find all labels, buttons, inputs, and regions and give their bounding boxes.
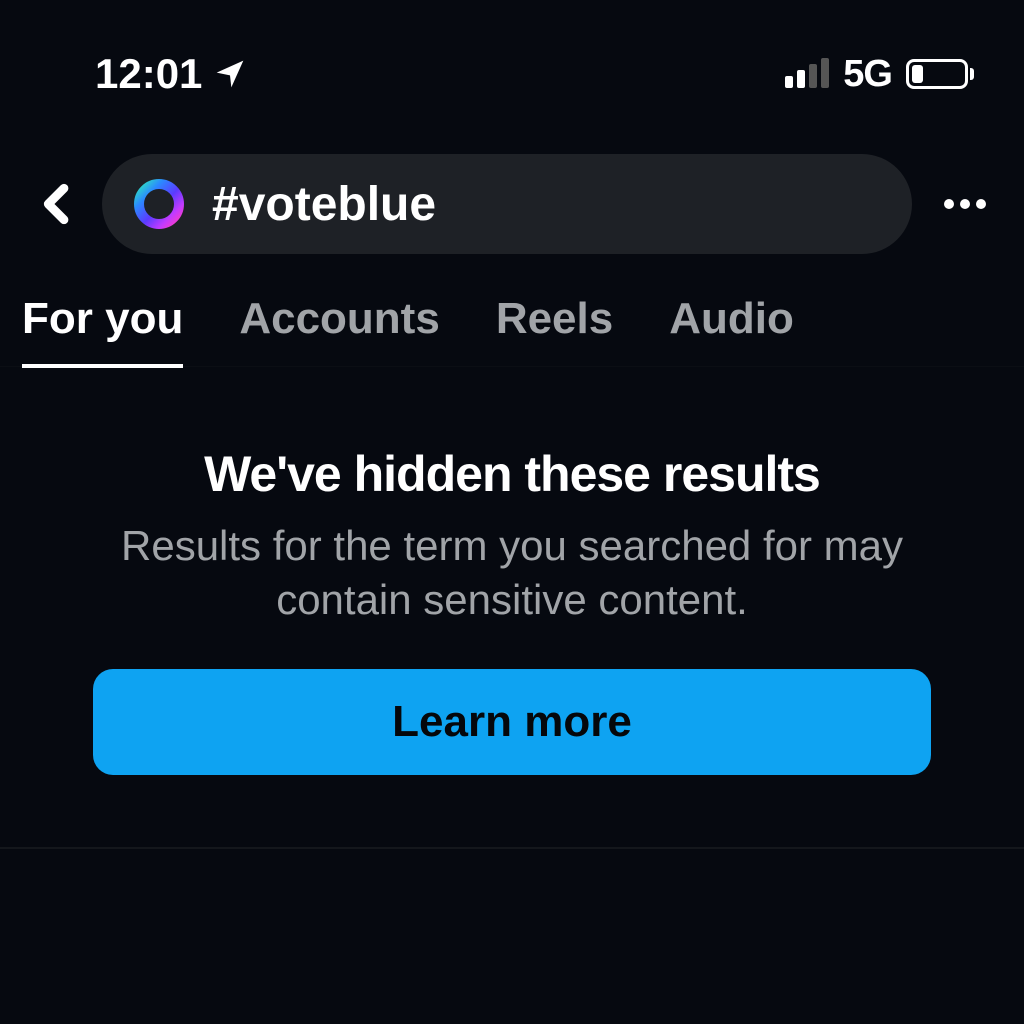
status-bar: 12:01 5G bbox=[0, 0, 1024, 98]
status-time: 12:01 bbox=[95, 50, 202, 98]
status-right: 5G bbox=[785, 53, 974, 96]
search-input[interactable]: #voteblue bbox=[102, 154, 912, 254]
tabs: For you Accounts Reels Audio bbox=[0, 254, 1024, 367]
tab-reels[interactable]: Reels bbox=[496, 294, 613, 366]
message-body: Results for the term you searched for ma… bbox=[58, 519, 966, 627]
tab-accounts[interactable]: Accounts bbox=[239, 294, 439, 366]
signal-icon bbox=[785, 60, 829, 88]
battery-icon bbox=[906, 59, 974, 89]
back-icon[interactable] bbox=[36, 183, 78, 225]
more-icon[interactable] bbox=[936, 199, 994, 209]
section-divider bbox=[0, 847, 1024, 849]
search-query-text: #voteblue bbox=[212, 177, 436, 232]
tab-audio[interactable]: Audio bbox=[669, 294, 794, 366]
meta-ring-icon bbox=[132, 177, 186, 231]
learn-more-button[interactable]: Learn more bbox=[93, 669, 931, 775]
tab-for-you[interactable]: For you bbox=[22, 294, 183, 366]
hidden-results-message: We've hidden these results Results for t… bbox=[0, 367, 1024, 775]
network-type: 5G bbox=[843, 53, 892, 96]
message-title: We've hidden these results bbox=[58, 445, 966, 503]
location-icon bbox=[214, 58, 246, 90]
status-left: 12:01 bbox=[95, 50, 246, 98]
search-row: #voteblue bbox=[0, 98, 1024, 254]
